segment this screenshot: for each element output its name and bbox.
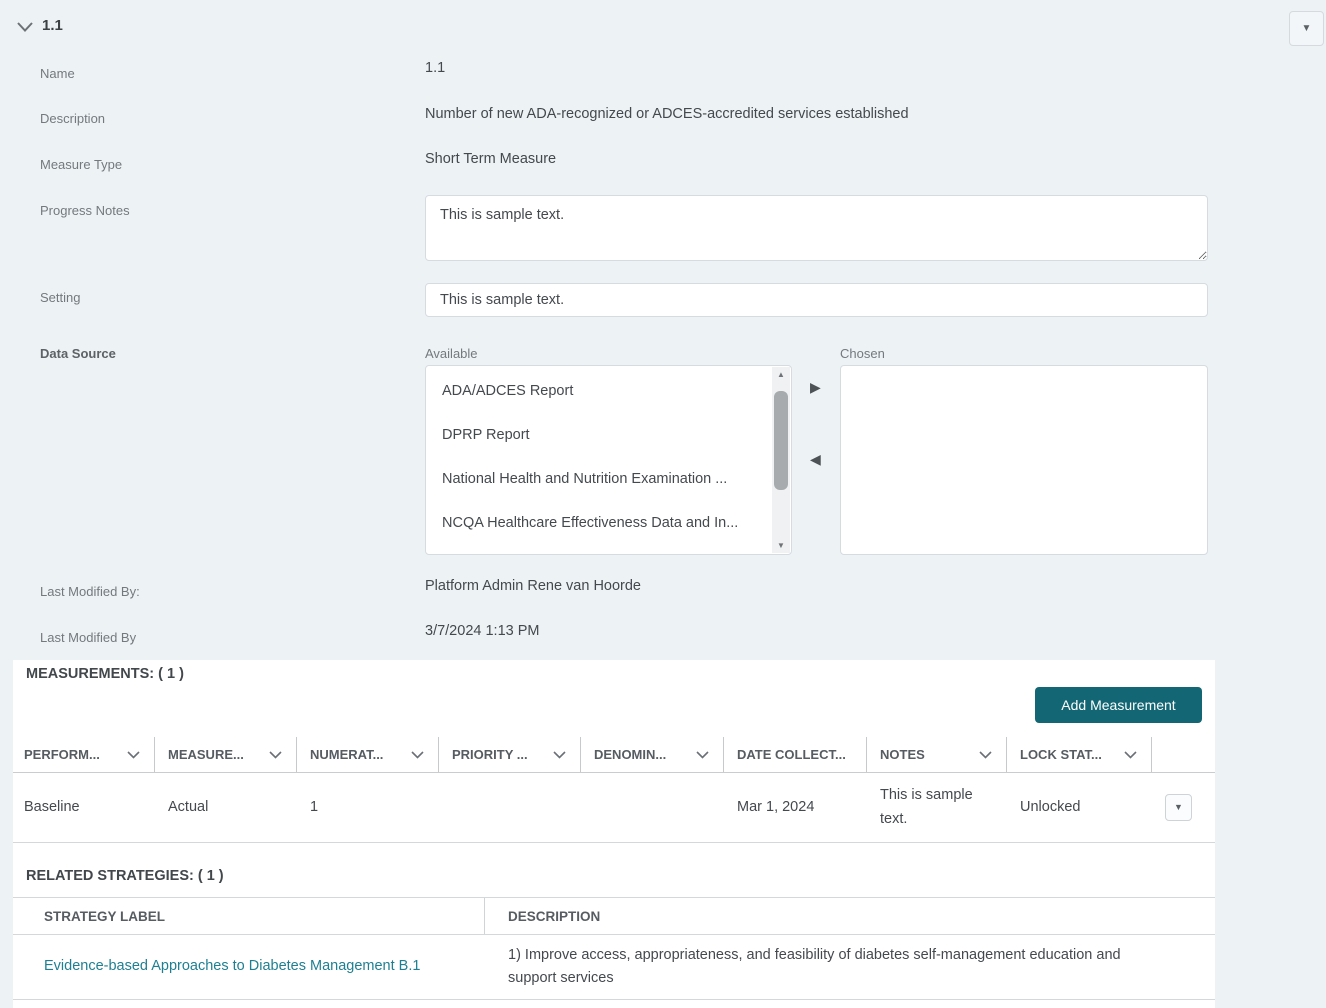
down-triangle-icon: ▼ <box>1301 23 1312 34</box>
chevron-down-icon[interactable] <box>269 747 282 762</box>
cell-strategy-description: 1) Improve access, appropriateness, and … <box>508 946 1121 986</box>
description-label: Description <box>40 111 106 126</box>
setting-input[interactable] <box>425 283 1208 317</box>
table-row: Baseline Actual 1 Mar 1, 2024 This is sa… <box>13 773 1215 843</box>
chosen-label: Chosen <box>840 346 885 361</box>
progress-notes-label: Progress Notes <box>40 203 130 218</box>
available-listbox[interactable]: ADA/ADCES Report DPRP Report National He… <box>425 365 792 555</box>
scrollbar-up-icon[interactable]: ▲ <box>772 367 790 382</box>
move-left-icon[interactable]: ◀ <box>810 451 821 468</box>
cell-actions: ▼ <box>1152 794 1215 821</box>
chevron-down-icon[interactable] <box>553 747 566 762</box>
related-strategies-title: RELATED STRATEGIES: ( 1 ) <box>26 868 224 884</box>
column-header-priority[interactable]: PRIORITY ... <box>439 737 581 772</box>
last-modified-by-label: Last Modified By: <box>40 584 140 599</box>
last-modified-date-label: Last Modified By <box>40 630 137 645</box>
measurements-header-row: PERFORM... MEASURE... NUMERAT... PRIORIT… <box>13 737 1215 773</box>
chevron-down-icon[interactable] <box>979 747 992 762</box>
chevron-down-icon[interactable] <box>411 747 424 762</box>
strategy-link[interactable]: Evidence-based Approaches to Diabetes Ma… <box>44 958 420 974</box>
list-item[interactable]: ADA/ADCES Report <box>442 383 573 399</box>
setting-label: Setting <box>40 290 81 305</box>
row-actions-dropdown-button[interactable]: ▼ <box>1165 794 1192 821</box>
description-value: Number of new ADA-recognized or ADCES-ac… <box>425 106 909 122</box>
page-actions-dropdown-button[interactable]: ▼ <box>1289 11 1324 46</box>
related-strategies-header-row: STRATEGY LABEL DESCRIPTION <box>13 898 1215 935</box>
scrollbar-down-icon[interactable]: ▼ <box>772 538 790 553</box>
scrollbar-thumb[interactable] <box>774 391 788 490</box>
chosen-listbox[interactable] <box>840 365 1208 555</box>
last-modified-by-value: Platform Admin Rene van Hoorde <box>425 578 641 594</box>
chevron-down-icon[interactable] <box>127 747 140 762</box>
list-item[interactable]: NCQA Healthcare Effectiveness Data and I… <box>442 515 738 531</box>
cell-measure: Actual <box>168 798 209 815</box>
chevron-down-icon[interactable] <box>696 747 709 762</box>
cell-notes: This is sample text. <box>880 786 973 827</box>
column-header-notes[interactable]: NOTES <box>867 737 1007 772</box>
cell-performance: Baseline <box>24 798 80 815</box>
column-header-performance[interactable]: PERFORM... <box>13 737 155 772</box>
column-header-actions <box>1152 737 1215 772</box>
column-header-measure[interactable]: MEASURE... <box>155 737 297 772</box>
down-triangle-icon: ▼ <box>1174 802 1183 813</box>
name-label: Name <box>40 66 75 81</box>
last-modified-date-value: 3/7/2024 1:13 PM <box>425 623 540 639</box>
column-header-strategy-label: STRATEGY LABEL <box>13 898 485 934</box>
list-item[interactable]: National Health and Nutrition Examinatio… <box>442 471 727 487</box>
measurements-panel: MEASUREMENTS: ( 1 ) Add Measurement PERF… <box>13 660 1215 1008</box>
list-item[interactable]: DPRP Report <box>442 427 530 443</box>
table-row: Evidence-based Approaches to Diabetes Ma… <box>13 935 1215 1000</box>
name-value: 1.1 <box>425 60 446 76</box>
available-label: Available <box>425 346 478 361</box>
related-strategies-table: STRATEGY LABEL DESCRIPTION Evidence-base… <box>13 898 1215 1000</box>
column-header-lock-status[interactable]: LOCK STAT... <box>1007 737 1152 772</box>
data-source-label: Data Source <box>40 346 116 361</box>
measure-type-label: Measure Type <box>40 157 123 172</box>
column-header-description: DESCRIPTION <box>508 908 601 924</box>
progress-notes-textarea[interactable]: This is sample text. <box>425 195 1208 261</box>
measurements-title: MEASUREMENTS: ( 1 ) <box>26 666 184 682</box>
page-title: 1.1 <box>42 17 63 34</box>
measurements-table: PERFORM... MEASURE... NUMERAT... PRIORIT… <box>13 737 1215 843</box>
add-measurement-button[interactable]: Add Measurement <box>1035 687 1202 723</box>
collapse-chevron-icon[interactable] <box>16 20 34 32</box>
cell-numerator: 1 <box>310 798 319 815</box>
column-header-numerator[interactable]: NUMERAT... <box>297 737 439 772</box>
move-right-icon[interactable]: ▶ <box>810 379 821 396</box>
cell-strategy-label: Evidence-based Approaches to Diabetes Ma… <box>13 955 485 978</box>
chevron-down-icon[interactable] <box>1124 747 1137 762</box>
column-header-date-collected[interactable]: DATE COLLECT... <box>724 737 867 772</box>
column-header-denominator[interactable]: DENOMIN... <box>581 737 724 772</box>
cell-lock-status: Unlocked <box>1020 798 1081 815</box>
cell-date-collected: Mar 1, 2024 <box>737 798 815 815</box>
scrollbar[interactable]: ▲ ▼ <box>772 367 790 553</box>
measure-detail-page: 1.1 ▼ Name 1.1 Description Number of new… <box>0 0 1326 1008</box>
measure-type-value: Short Term Measure <box>425 151 557 167</box>
